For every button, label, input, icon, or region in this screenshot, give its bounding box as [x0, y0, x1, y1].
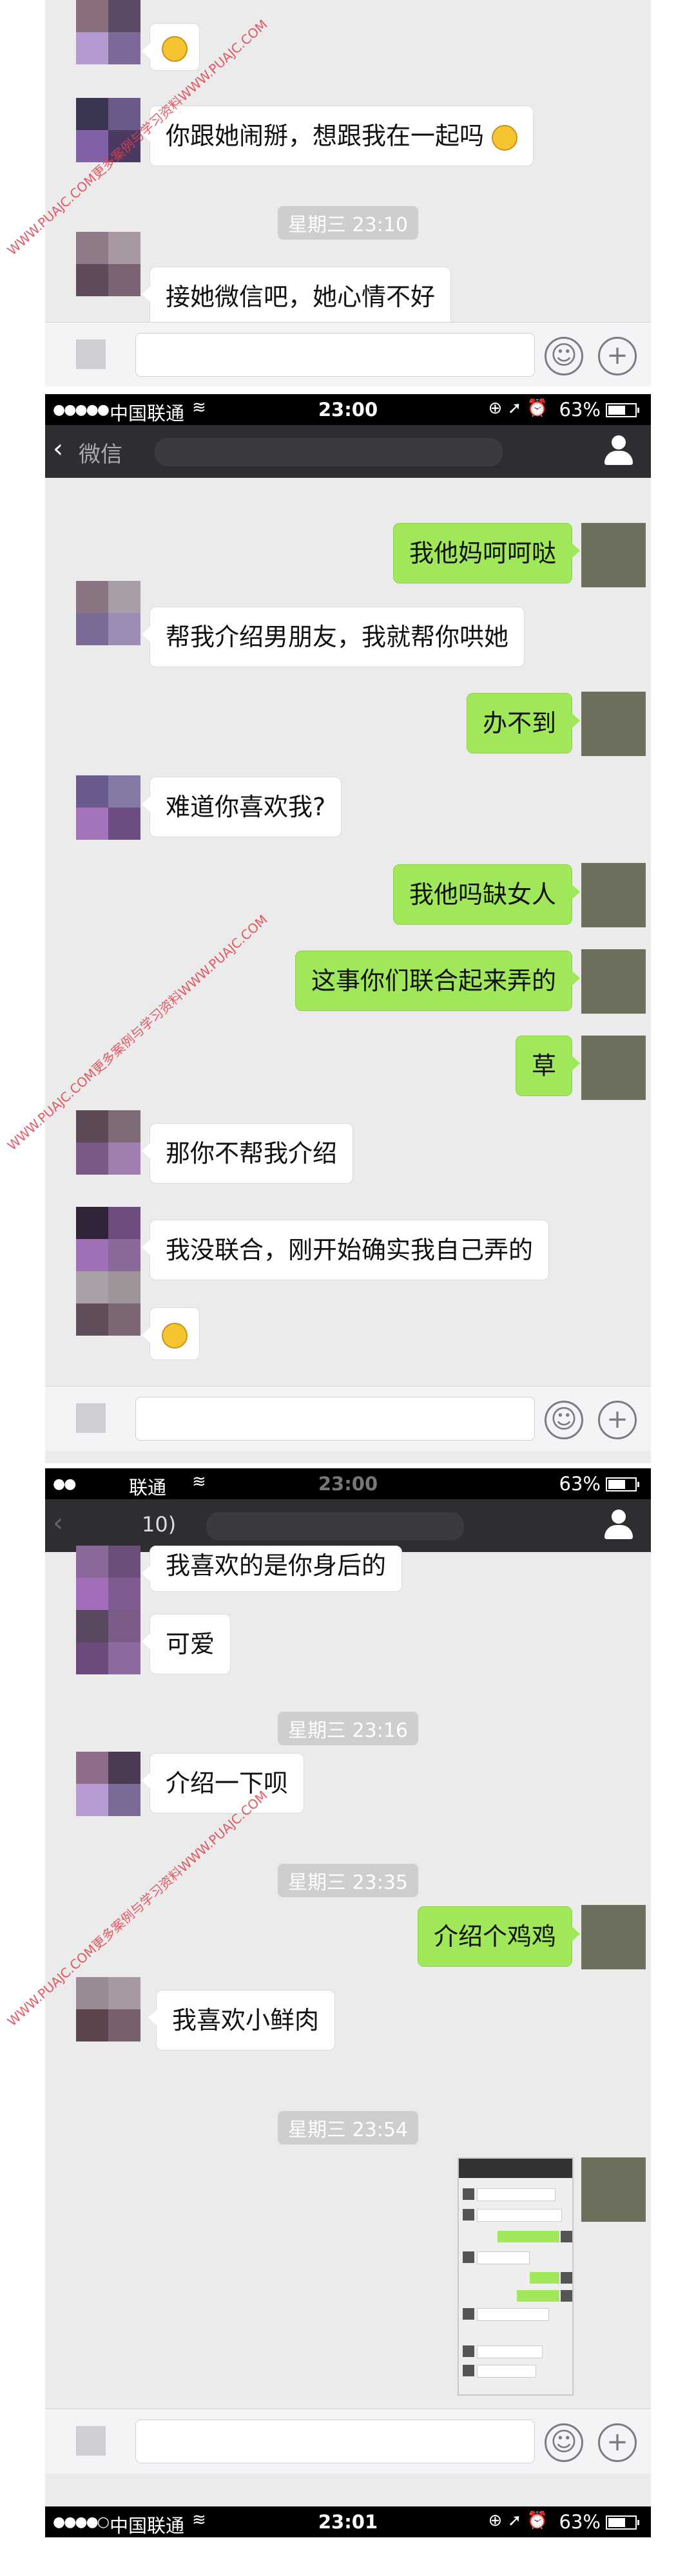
contact-avatar[interactable] — [76, 1207, 140, 1271]
contact-avatar[interactable] — [76, 1977, 140, 2041]
message-bubble[interactable]: 介绍一下呗 — [141, 1753, 305, 1814]
message-text: 帮我介绍男朋友，我就帮你哄她 — [166, 623, 509, 651]
message-bubble[interactable]: 帮我介绍男朋友，我就帮你哄她 — [141, 607, 525, 667]
message-bubble[interactable]: 办不到 — [466, 693, 581, 753]
chat-screenshot-thumbnail[interactable] — [458, 2157, 574, 2396]
contact-info-icon[interactable] — [604, 435, 633, 465]
message-text: 我喜欢小鲜肉 — [172, 2006, 320, 2034]
message-bubble-emoji[interactable] — [142, 1307, 200, 1360]
emoji-button-icon[interactable]: ☺ — [545, 2423, 583, 2462]
message-bubble[interactable]: 我喜欢的是你身后的 — [141, 1546, 403, 1592]
contact-avatar[interactable] — [76, 1271, 140, 1336]
redacted-title — [155, 438, 503, 466]
back-chevron-icon[interactable]: ‹ — [53, 1508, 63, 1538]
laughing-emoji-icon — [162, 35, 188, 62]
message-bubble-emoji[interactable] — [142, 23, 200, 71]
status-icons: ⊕ ➚ ⏰ — [488, 2511, 548, 2530]
contact-avatar[interactable] — [76, 1110, 140, 1175]
message-text: 你跟她闹掰，想跟我在一起吗 — [166, 122, 485, 150]
battery-percent: 63% — [559, 399, 601, 421]
my-avatar[interactable] — [581, 523, 646, 587]
message-input[interactable] — [135, 333, 535, 377]
battery-icon — [606, 403, 639, 417]
contact-avatar[interactable] — [76, 1610, 140, 1674]
message-text: 我他妈呵呵哒 — [409, 539, 556, 567]
message-text: 那你不帮我介绍 — [166, 1139, 338, 1168]
chat-screenshot-1: 你跟她闹掰，想跟我在一起吗 星期三 23:10 接她微信吧，她心情不好 ☺ + — [45, 0, 651, 386]
plus-button-icon[interactable]: + — [598, 337, 637, 375]
timestamp: 星期三 23:54 — [45, 2111, 651, 2145]
message-bubble[interactable]: 难道你喜欢我? — [141, 777, 342, 837]
status-bar: ●● 联通 ≋ 23:00 63% — [45, 1468, 651, 1499]
message-input[interactable] — [135, 1397, 535, 1441]
message-bubble[interactable]: 我他吗缺女人 — [392, 864, 581, 925]
status-bar: ●●●●○ 中国联通 ≋ 23:01 ⊕ ➚ ⏰ 63% — [45, 2506, 651, 2537]
timestamp: 星期三 23:16 — [45, 1712, 651, 1745]
status-icons: ⊕ ➚ ⏰ — [488, 399, 548, 418]
message-bubble[interactable]: 那你不帮我介绍 — [141, 1123, 354, 1184]
smirk-emoji-icon — [162, 1322, 188, 1349]
timestamp: 星期三 23:35 — [45, 1864, 651, 1897]
contact-avatar[interactable] — [76, 581, 140, 645]
message-bubble[interactable]: 我他妈呵呵哒 — [392, 523, 581, 583]
contact-info-icon[interactable] — [604, 1510, 633, 1539]
message-bubble[interactable]: 这事你们联合起来弄的 — [295, 951, 581, 1011]
plus-button-icon[interactable]: + — [598, 1401, 637, 1439]
my-avatar[interactable] — [581, 1036, 646, 1100]
message-text: 介绍个鸡鸡 — [433, 1922, 556, 1951]
battery-icon — [606, 1477, 639, 1492]
voice-toggle-icon[interactable] — [76, 1403, 106, 1433]
nav-bar: ‹ 10) — [45, 1499, 651, 1552]
message-text: 这事你们联合起来弄的 — [311, 967, 556, 995]
input-bar: ☺ + — [45, 1386, 651, 1451]
message-bubble[interactable]: 草 — [515, 1036, 581, 1096]
contact-avatar[interactable] — [76, 232, 140, 296]
my-avatar[interactable] — [581, 2157, 646, 2222]
status-bar: ●●●●● 中国联通 ≋ 23:00 ⊕ ➚ ⏰ 63% — [45, 394, 651, 425]
chat-title: 10) — [142, 1512, 177, 1537]
message-text: 难道你喜欢我? — [166, 793, 326, 821]
emoji-button-icon[interactable]: ☺ — [545, 337, 583, 375]
my-avatar[interactable] — [581, 863, 646, 927]
message-text: 我喜欢的是你身后的 — [166, 1551, 387, 1580]
thinking-emoji-icon — [492, 124, 518, 151]
message-bubble[interactable]: 你跟她闹掰，想跟我在一起吗 — [141, 106, 534, 166]
message-text: 我他吗缺女人 — [409, 880, 556, 909]
battery-percent: 63% — [559, 2511, 601, 2533]
message-text: 草 — [531, 1052, 556, 1080]
battery-percent: 63% — [559, 1473, 601, 1495]
message-text: 我没联合，刚开始确实我自己弄的 — [166, 1236, 534, 1264]
back-chevron-icon[interactable]: ‹ — [53, 434, 63, 464]
back-label[interactable]: 微信 — [79, 437, 122, 468]
message-bubble[interactable]: 我喜欢小鲜肉 — [148, 1990, 336, 2050]
message-text: 可爱 — [166, 1630, 215, 1658]
plus-button-icon[interactable]: + — [598, 2423, 637, 2462]
chat-screenshot-2: ●●●●● 中国联通 ≋ 23:00 ⊕ ➚ ⏰ 63% ‹ 微信 我他妈呵呵哒… — [45, 394, 651, 1463]
voice-toggle-icon[interactable] — [76, 2426, 106, 2456]
battery-icon — [606, 2515, 639, 2530]
message-text: 介绍一下呗 — [166, 1769, 289, 1797]
message-input[interactable] — [135, 2420, 535, 2463]
input-bar: ☺ + — [45, 2409, 651, 2474]
message-bubble[interactable]: 可爱 — [141, 1614, 231, 1674]
message-bubble[interactable]: 接她微信吧，她心情不好 — [141, 267, 452, 327]
nav-bar: ‹ 微信 — [45, 425, 651, 478]
contact-avatar[interactable] — [76, 1752, 140, 1816]
my-avatar[interactable] — [581, 692, 646, 756]
emoji-button-icon[interactable]: ☺ — [545, 1401, 583, 1439]
message-text: 办不到 — [482, 709, 556, 737]
redacted-title — [206, 1512, 464, 1540]
chat-screenshot-3: ●● 联通 ≋ 23:00 63% ‹ 10) 我喜欢的是你身后的 可爱 星期三… — [45, 1468, 651, 2537]
contact-avatar[interactable] — [76, 0, 140, 64]
my-avatar[interactable] — [581, 949, 646, 1014]
message-bubble[interactable]: 我没联合，刚开始确实我自己弄的 — [141, 1220, 550, 1280]
voice-toggle-icon[interactable] — [76, 339, 106, 369]
message-text: 接她微信吧，她心情不好 — [166, 283, 436, 311]
contact-avatar[interactable] — [76, 775, 140, 840]
my-avatar[interactable] — [581, 1905, 646, 1969]
message-bubble[interactable]: 介绍个鸡鸡 — [417, 1906, 581, 1967]
input-bar: ☺ + — [45, 322, 651, 386]
